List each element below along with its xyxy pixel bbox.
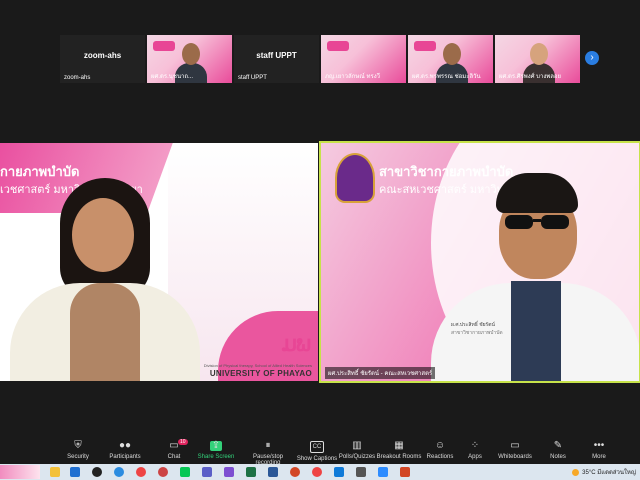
coat-embroidery-dept: สาขาวิชากายภาพบำบัด — [451, 330, 503, 336]
security-button[interactable]: ⛨ Security — [55, 438, 101, 461]
toolbar-label: Chat — [167, 454, 181, 460]
hair — [496, 173, 578, 213]
pause-stop-recording-button[interactable]: ⏸ Pause/stop recording — [240, 438, 296, 467]
system-tray: 35°C มีแดดส่วนใหญ่ — [571, 467, 636, 477]
polls-quizzes-button[interactable]: ▥ Polls/Quizzes — [334, 438, 380, 461]
university-emblem-icon — [335, 153, 375, 203]
participant-name-label: ภญ.เยาวลักษณ์ ทรงวี — [325, 74, 381, 80]
more-button[interactable]: ••• More — [576, 438, 622, 461]
captions-icon: CC — [310, 441, 324, 453]
notes-icon: ✎ — [553, 440, 563, 451]
weather-sun-icon — [571, 468, 579, 476]
chat-unread-badge: 10 — [178, 439, 188, 445]
toolbar-label: Apps — [468, 454, 482, 460]
edge-icon[interactable] — [114, 467, 124, 477]
chrome-profile-icon[interactable] — [158, 467, 168, 477]
polls-icon: ▥ — [352, 440, 362, 451]
taskbar-wallpaper-thumb — [0, 465, 40, 479]
banner-title: สาขาวิชากายภาพบำบัด — [379, 164, 514, 179]
reactions-icon: ☺ — [434, 440, 446, 451]
powerpoint-icon[interactable] — [400, 467, 410, 477]
pause-icon: ⏸ — [265, 440, 271, 451]
more-icon: ••• — [593, 440, 605, 451]
toolbar-label: Participants — [109, 454, 141, 460]
face — [72, 198, 134, 272]
background-logo — [153, 41, 175, 51]
participant-thumbnail[interactable]: ภญ.เยาวลักษณ์ ทรงวี — [321, 35, 406, 83]
notes-button[interactable]: ✎ Notes — [535, 438, 581, 461]
university-logo: ມພ — [281, 331, 311, 356]
meeting-controls-toolbar: ⛨ Security ●● Participants ▭ 10 Chat ⇪ S… — [0, 438, 640, 467]
coat-embroidery-name: ผ.ศ.ประสิทธิ์ ชัยรัตน์ — [451, 322, 495, 328]
background-logo — [327, 41, 349, 51]
apps-icon: ⁘ — [470, 440, 480, 451]
shield-icon: ⛨ — [74, 440, 82, 451]
windows-taskbar: 35°C มีแดดส่วนใหญ่ — [0, 464, 640, 480]
participant-face — [530, 43, 548, 65]
teams-icon[interactable] — [202, 467, 212, 477]
participant-thumbnail[interactable]: ผศ.ดร.พรพรรณ ช่อมะลิวัน — [408, 35, 493, 83]
toolbar-label: Polls/Quizzes — [338, 454, 376, 460]
chrome-icon[interactable] — [290, 467, 300, 477]
participant-thumbnail-strip: zoom-ahs zoom-ahs ผศ.ดร.นุชนาถ... staff … — [60, 35, 600, 85]
excel-icon[interactable] — [246, 467, 256, 477]
participant-thumbnail[interactable]: ผศ.ดร.นุชนาถ... — [147, 35, 232, 83]
participant-name-label: ผศ.ดร.ศิรพงศ์ บางพลอย — [499, 74, 562, 80]
participant-display-name: zoom-ahs — [83, 51, 122, 60]
share-screen-icon: ⇪ — [210, 440, 222, 451]
chrome-icon[interactable] — [136, 467, 146, 477]
chrome-icon[interactable] — [312, 467, 322, 477]
word-icon[interactable] — [268, 467, 278, 477]
participant-face — [443, 43, 461, 65]
file-explorer-icon[interactable] — [50, 467, 60, 477]
division-caption: Division of Physical therapy, School of … — [203, 363, 312, 368]
background-logo — [414, 41, 436, 51]
chat-button[interactable]: ▭ 10 Chat — [151, 438, 197, 460]
toolbar-label: More — [592, 454, 606, 460]
blouse — [70, 283, 140, 381]
share-screen-button[interactable]: ⇪ Share Screen — [193, 438, 239, 461]
speaker-name-tag: ผศ.ประสิทธิ์ ชัยรัตน์ - คณะสหเวชศาสตร์ — [325, 367, 436, 379]
meeting-top-bar — [0, 0, 640, 30]
participants-button[interactable]: ●● Participants — [102, 438, 148, 461]
line-icon[interactable] — [180, 467, 190, 477]
participant-name-label: ผศ.ดร.นุชนาถ... — [151, 74, 194, 80]
breakout-icon: ▦ — [394, 440, 404, 451]
app-icon[interactable] — [334, 467, 344, 477]
weather-description: มีแดดส่วนใหญ่ — [597, 470, 636, 476]
participant-display-name: staff UPPT — [256, 51, 297, 60]
zoom-icon[interactable] — [378, 467, 388, 477]
participant-name-label: ผศ.ดร.พรพรรณ ช่อมะลิวัน — [412, 74, 481, 80]
mail-icon[interactable] — [70, 467, 80, 477]
whiteboard-icon: ▭ — [510, 440, 520, 451]
toolbar-label: Share Screen — [197, 454, 235, 460]
shirt — [511, 281, 561, 381]
toolbar-label: Security — [67, 454, 89, 460]
participant-thumbnail[interactable]: staff UPPT staff UPPT — [234, 35, 319, 83]
participant-thumbnail[interactable]: ผศ.ดร.ศิรพงศ์ บางพลอย — [495, 35, 580, 83]
participant-thumbnail[interactable]: zoom-ahs zoom-ahs — [60, 35, 145, 83]
breakout-rooms-button[interactable]: ▦ Breakout Rooms — [376, 438, 422, 461]
toolbar-label: Whiteboards — [498, 454, 532, 460]
whiteboards-button[interactable]: ▭ Whiteboards — [492, 438, 538, 461]
toolbar-label: Show Captions — [296, 456, 338, 462]
participant-name-label: staff UPPT — [238, 75, 267, 81]
video-tile-left[interactable]: กายภาพบำบัด เวชศาสตร์ มหาวิทยาลัยพะเยา ມ… — [0, 143, 318, 381]
app-icon[interactable] — [224, 467, 234, 477]
glasses-icon — [505, 215, 569, 229]
toolbar-label: Breakout Rooms — [376, 454, 422, 460]
next-participants-button[interactable]: › — [585, 51, 599, 65]
app-icon[interactable] — [92, 467, 102, 477]
app-icon[interactable] — [356, 467, 366, 477]
video-tile-active-speaker[interactable]: สาขาวิชากายภาพบำบัด คณะสหเวชศาสตร์ มหาวิ… — [319, 141, 640, 383]
participants-icon: ●● — [119, 440, 132, 451]
toolbar-label: Notes — [550, 454, 566, 460]
banner-title: กายภาพบำบัด — [0, 164, 80, 179]
temperature: 35°C — [582, 470, 596, 476]
participant-name-label: zoom-ahs — [64, 75, 91, 81]
participant-face — [182, 43, 200, 65]
university-name: UNIVERSITY OF PHAYAO — [209, 369, 312, 378]
toolbar-label: Reactions — [426, 454, 454, 460]
